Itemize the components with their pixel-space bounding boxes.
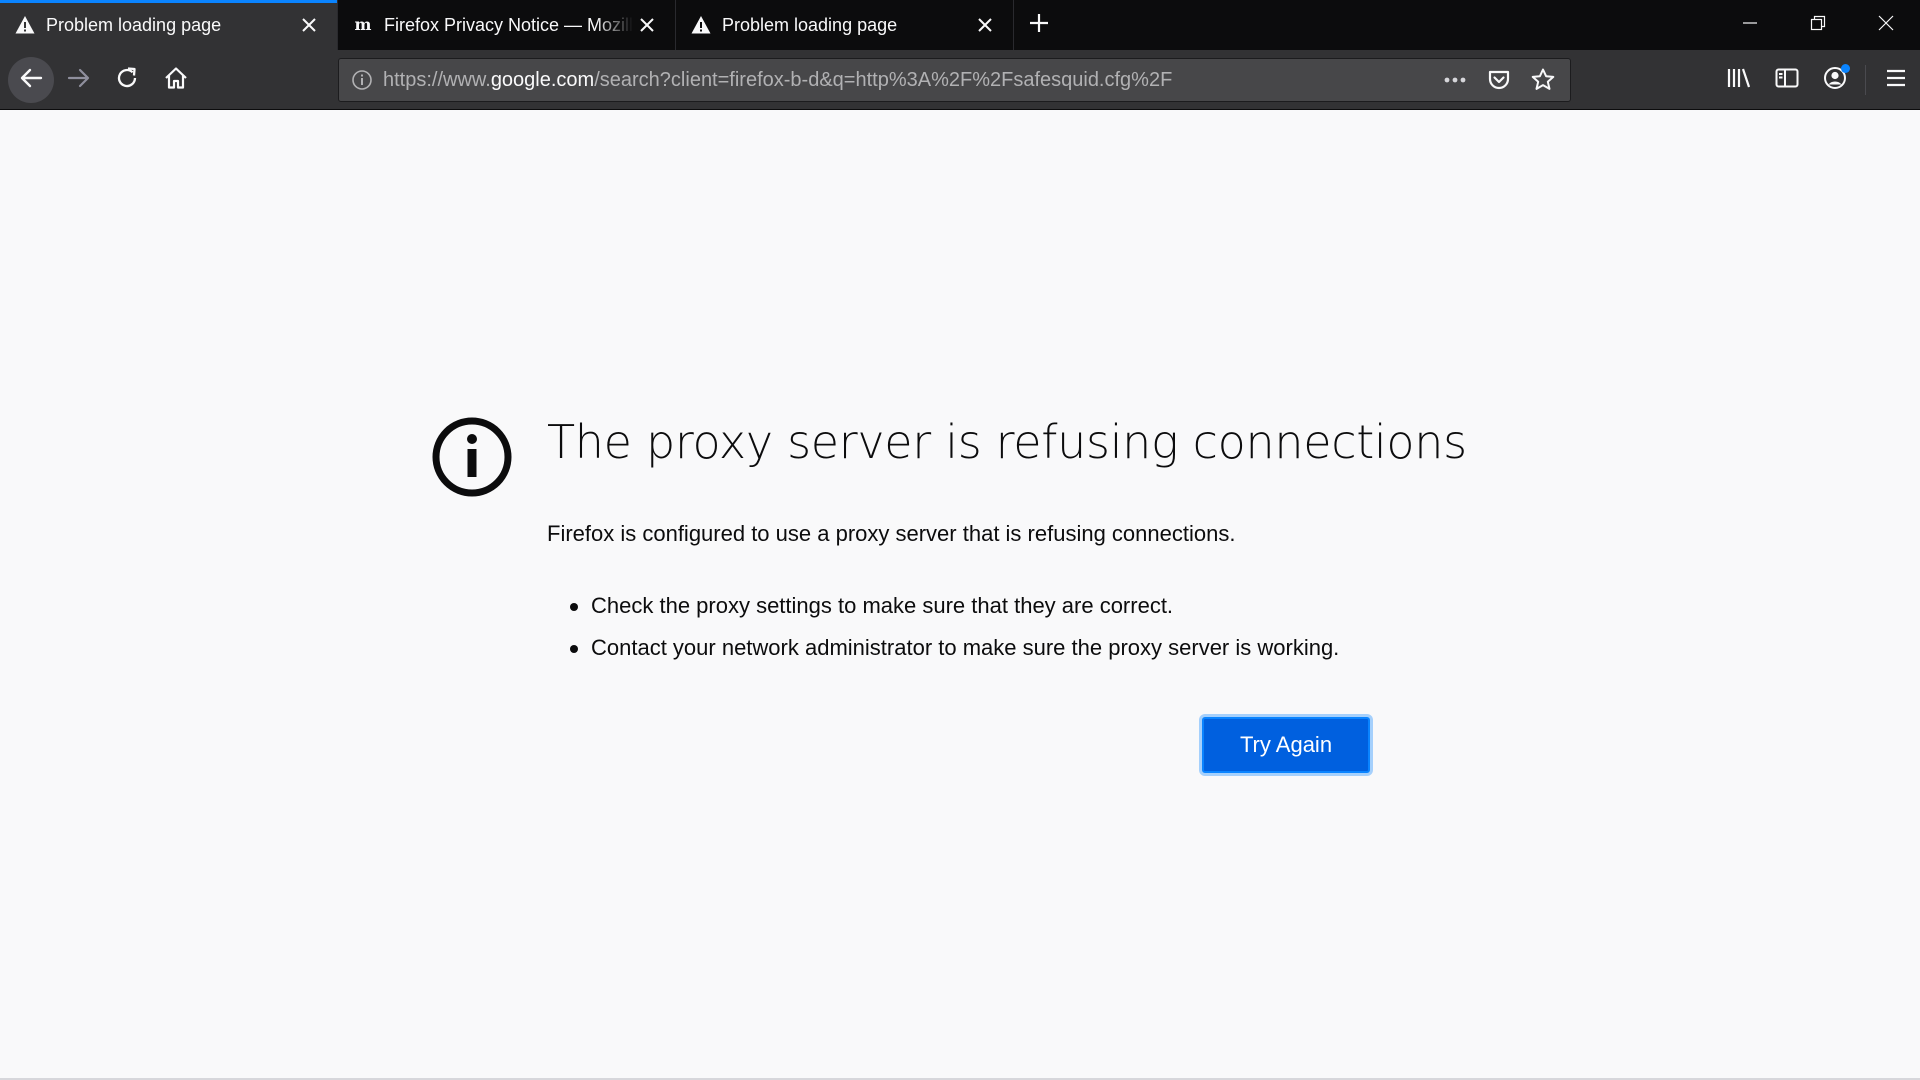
mozilla-m-icon: m — [352, 14, 374, 36]
home-icon — [163, 65, 189, 96]
pocket-icon[interactable] — [1482, 63, 1516, 97]
close-tab-icon[interactable] — [971, 11, 999, 39]
toolbar-right — [1715, 58, 1920, 102]
bookmark-star-icon[interactable] — [1526, 63, 1560, 97]
arrow-left-icon — [18, 65, 44, 96]
site-info-icon[interactable] — [349, 67, 375, 93]
home-button[interactable] — [154, 58, 198, 102]
back-button[interactable] — [8, 57, 54, 103]
minimize-icon — [1742, 15, 1758, 36]
new-tab-button[interactable] — [1014, 0, 1064, 50]
close-window-button[interactable] — [1852, 0, 1920, 50]
reload-icon — [114, 65, 140, 96]
sidebar-button[interactable] — [1763, 58, 1811, 102]
url-actions — [1438, 63, 1560, 97]
reload-button[interactable] — [105, 58, 149, 102]
url-path: /search?client=firefox-b-d&q=http%3A%2F%… — [594, 68, 1173, 91]
svg-text:m: m — [355, 15, 372, 34]
close-tab-icon[interactable] — [295, 11, 323, 39]
tab-title: Problem loading page — [722, 14, 898, 35]
close-tab-icon[interactable] — [633, 11, 661, 39]
forward-button[interactable] — [57, 58, 101, 102]
window-controls — [1716, 0, 1920, 50]
toolbar-separator — [1865, 65, 1866, 95]
close-icon — [1878, 15, 1894, 36]
sidebar-icon — [1774, 65, 1800, 96]
tab-problem-loading-1[interactable]: Problem loading page — [0, 0, 338, 50]
tab-privacy-notice[interactable]: m Firefox Privacy Notice — Mozill — [338, 0, 676, 50]
restore-button[interactable] — [1784, 0, 1852, 50]
library-icon — [1726, 65, 1752, 96]
url-domain: google.com — [490, 68, 595, 91]
restore-icon — [1810, 15, 1826, 36]
navigation-toolbar: https://www.google.com/search?client=fir… — [0, 50, 1920, 110]
warning-icon — [690, 14, 712, 36]
menu-icon — [1884, 66, 1908, 95]
url-bar[interactable]: https://www.google.com/search?client=fir… — [338, 58, 1571, 102]
try-again-button[interactable]: Try Again — [1202, 717, 1370, 773]
more-icon[interactable] — [1438, 63, 1472, 97]
warning-icon — [14, 14, 36, 36]
error-description: Firefox is configured to use a proxy ser… — [547, 521, 1236, 546]
arrow-right-icon — [66, 65, 92, 96]
error-title: The proxy server is refusing connections — [547, 415, 1467, 469]
plus-icon — [1028, 12, 1050, 39]
account-button[interactable] — [1811, 58, 1859, 102]
url-text[interactable]: https://www.google.com/search?client=fir… — [383, 69, 1438, 92]
notification-dot — [1841, 64, 1850, 73]
tab-strip: Problem loading page m Firefox Privacy N… — [0, 0, 1920, 50]
tab-problem-loading-2[interactable]: Problem loading page — [676, 0, 1014, 50]
suggestion-item: Contact your network administrator to ma… — [569, 627, 1339, 669]
tab-title: Problem loading page — [46, 14, 222, 35]
url-prefix: https://www. — [383, 68, 491, 91]
info-circle-icon — [431, 416, 513, 498]
library-button[interactable] — [1715, 58, 1763, 102]
tab-title: Firefox Privacy Notice — Mozill — [384, 14, 633, 35]
error-suggestions: Check the proxy settings to make sure th… — [547, 585, 1339, 669]
suggestion-item: Check the proxy settings to make sure th… — [569, 585, 1339, 627]
menu-button[interactable] — [1872, 58, 1920, 102]
error-page: The proxy server is refusing connections… — [0, 111, 1920, 1080]
minimize-button[interactable] — [1716, 0, 1784, 50]
